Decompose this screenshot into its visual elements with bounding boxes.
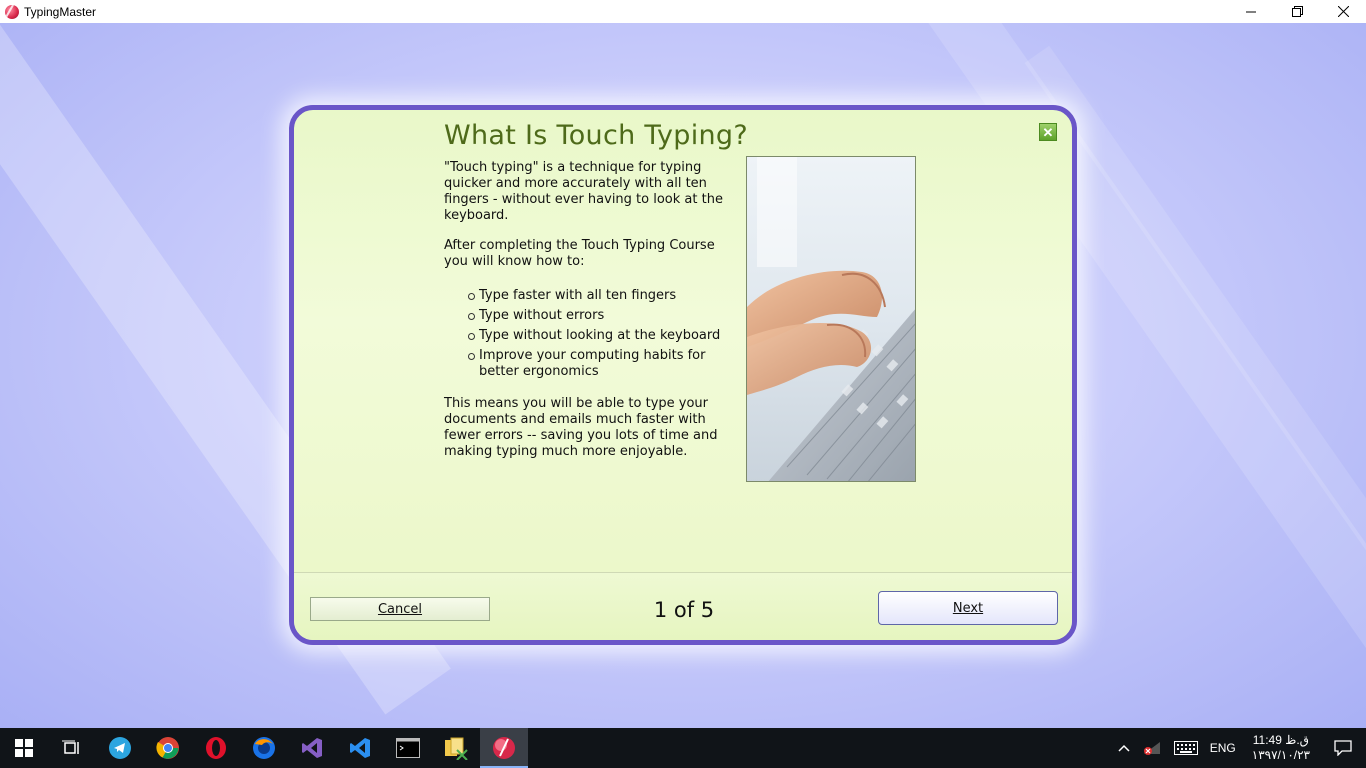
telegram-icon [109, 737, 131, 759]
chrome-taskbar-item[interactable] [144, 728, 192, 768]
terminal-taskbar-item[interactable] [384, 728, 432, 768]
opera-taskbar-item[interactable] [192, 728, 240, 768]
next-button[interactable]: Next [878, 591, 1058, 625]
close-icon [1337, 6, 1349, 17]
typingmaster-app-icon [5, 4, 19, 19]
task-view-button[interactable] [48, 728, 96, 768]
visual-studio-taskbar-item[interactable] [288, 728, 336, 768]
notifications-button[interactable] [1320, 740, 1366, 756]
network-status[interactable] [1136, 740, 1168, 756]
notification-icon [1334, 740, 1352, 756]
telegram-taskbar-item[interactable] [96, 728, 144, 768]
vscode-icon [350, 738, 370, 758]
intro-dialog: What Is Touch Typing? ✕ "Touch typing" i… [289, 105, 1077, 645]
keyboard-icon [1173, 741, 1198, 755]
language-indicator[interactable]: ENG [1204, 741, 1242, 755]
list-item: Type faster with all ten fingers [468, 288, 739, 304]
vscode-taskbar-item[interactable] [336, 728, 384, 768]
clock-time: 11:49 ق.ظ [1252, 733, 1309, 747]
list-item: Type without errors [468, 308, 739, 324]
course-paragraph: After completing the Touch Typing Course… [444, 238, 715, 269]
cancel-button[interactable]: Cancel [310, 597, 490, 621]
file-tool-taskbar-item[interactable] [432, 728, 480, 768]
window-titlebar: TypingMaster [0, 0, 1366, 23]
chevron-up-icon [1118, 744, 1130, 752]
file-tool-icon [445, 737, 468, 760]
benefit-paragraph: This means you will be able to type your… [444, 396, 718, 459]
intro-paragraph: "Touch typing" is a technique for typing… [444, 160, 723, 223]
dialog-footer: Cancel 1 of 5 Next [294, 573, 1072, 640]
list-item: Type without looking at the keyboard [468, 328, 739, 344]
touch-keyboard-button[interactable] [1168, 741, 1204, 755]
window-title: TypingMaster [24, 4, 97, 19]
clock[interactable]: 11:49 ق.ظ ۱۳۹۷/۱۰/۲۳ [1242, 733, 1320, 763]
show-hidden-icons-button[interactable] [1112, 744, 1136, 752]
taskbar: ENG 11:49 ق.ظ ۱۳۹۷/۱۰/۲۳ [0, 728, 1366, 768]
list-item: Improve your computing habits for better… [468, 348, 739, 380]
page-indicator: 1 of 5 [653, 598, 715, 622]
start-icon [15, 739, 33, 757]
opera-icon [206, 737, 226, 759]
network-disconnected-icon [1143, 742, 1160, 755]
close-icon: ✕ [1042, 124, 1054, 140]
dialog-title: What Is Touch Typing? [444, 120, 748, 151]
typingmaster-icon [493, 737, 515, 759]
skills-list: Type faster with all ten fingers Type wi… [468, 288, 739, 380]
firefox-taskbar-item[interactable] [240, 728, 288, 768]
firefox-icon [253, 737, 275, 759]
hands-typing-photo [746, 156, 916, 482]
chrome-icon [156, 737, 179, 759]
dialog-close-button[interactable]: ✕ [1039, 123, 1057, 141]
task-view-icon [62, 740, 79, 754]
terminal-icon [396, 738, 420, 758]
typingmaster-taskbar-item[interactable] [480, 728, 528, 768]
visual-studio-icon [302, 738, 322, 758]
dialog-content: "Touch typing" is a technique for typing… [444, 160, 739, 474]
minimize-button[interactable] [1228, 0, 1274, 23]
clock-date: ۱۳۹۷/۱۰/۲۳ [1251, 748, 1310, 762]
close-window-button[interactable] [1320, 0, 1366, 23]
window-controls [1228, 0, 1366, 23]
start-button[interactable] [0, 728, 48, 768]
restore-button[interactable] [1274, 0, 1320, 23]
app-background: What Is Touch Typing? ✕ "Touch typing" i… [0, 23, 1366, 728]
minimize-icon [1246, 11, 1256, 12]
restore-icon [1291, 6, 1303, 17]
system-tray: ENG 11:49 ق.ظ ۱۳۹۷/۱۰/۲۳ [1112, 728, 1366, 768]
